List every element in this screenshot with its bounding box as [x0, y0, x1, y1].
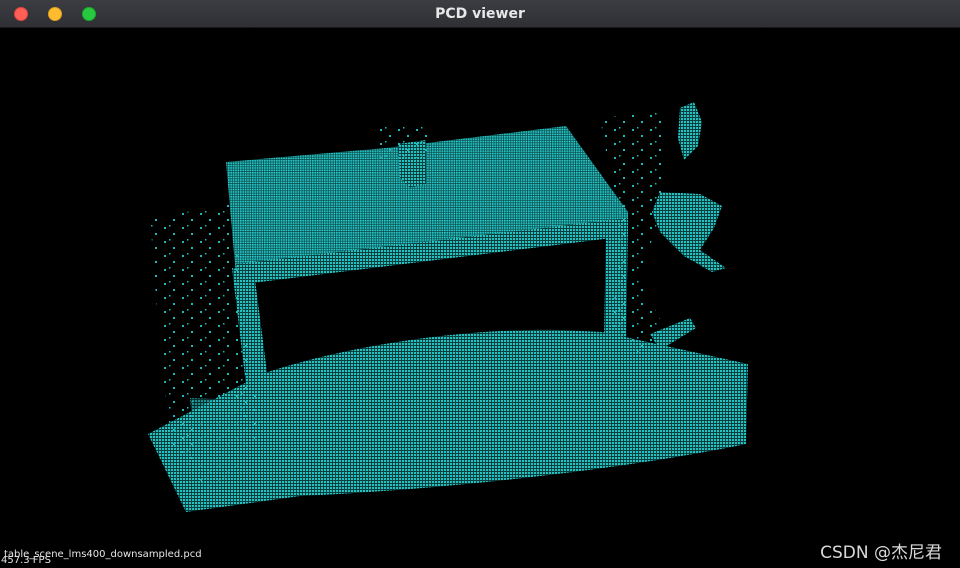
- window-title: PCD viewer: [435, 6, 525, 22]
- chair-points: [652, 192, 726, 272]
- far-object-points: [678, 102, 702, 160]
- pcd-viewer-window: PCD viewer table_scene_lms400_downsample…: [0, 0, 960, 568]
- fps-counter: 457.3 FPS: [1, 555, 51, 566]
- watermark: CSDN @杰尼君: [820, 543, 942, 563]
- center-noise-points: [370, 124, 432, 158]
- point-cloud-viewport[interactable]: table_scene_lms400_downsampled.pcd 457.3…: [0, 28, 960, 568]
- title-bar[interactable]: PCD viewer: [0, 0, 960, 28]
- point-cloud-render[interactable]: [0, 28, 960, 568]
